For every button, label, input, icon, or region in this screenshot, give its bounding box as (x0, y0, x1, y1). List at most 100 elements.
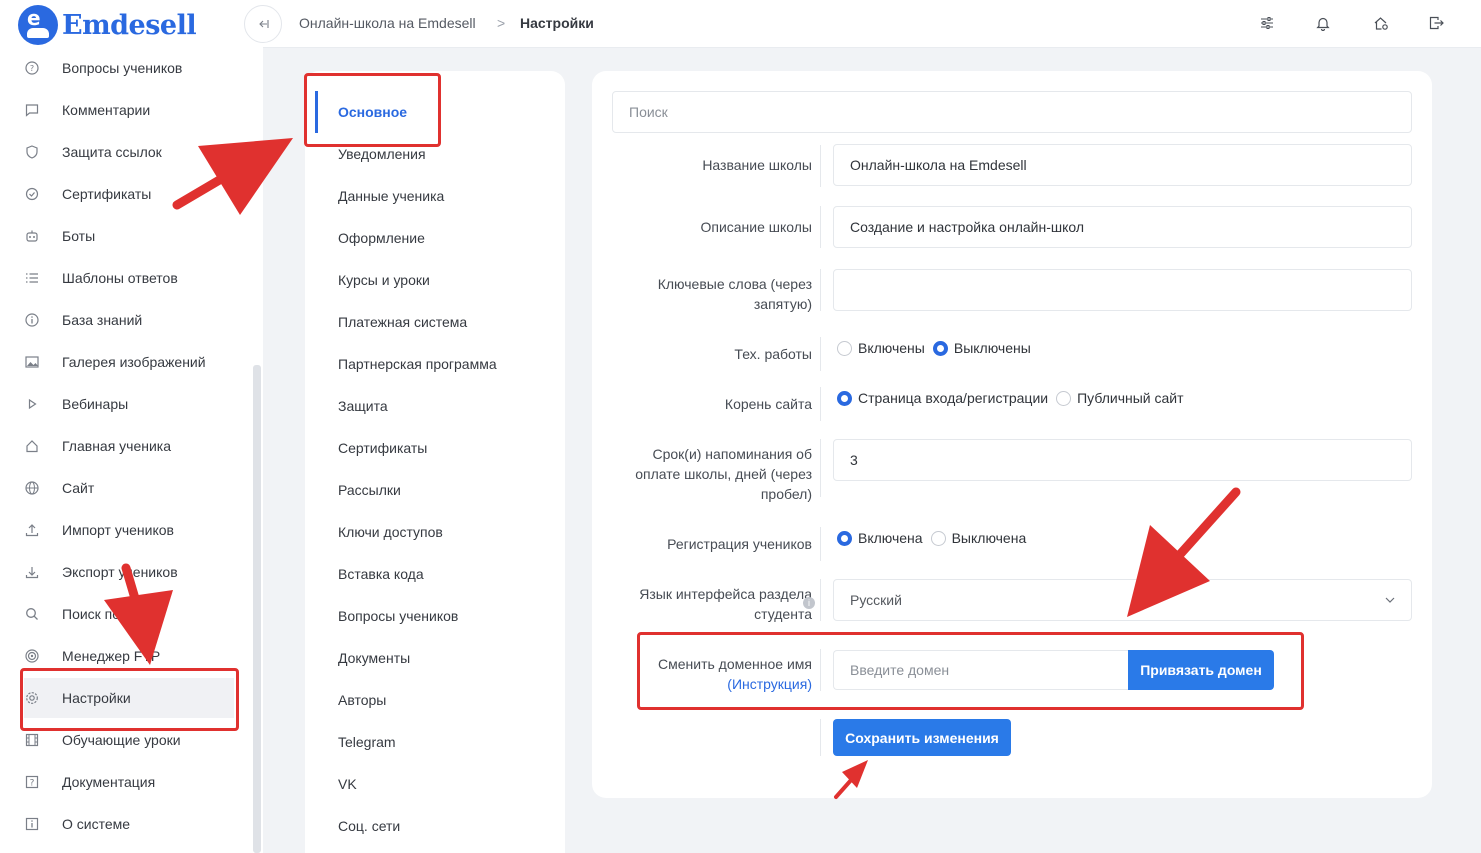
bell-icon[interactable] (1314, 14, 1332, 32)
sidebar-item-key-search[interactable]: Поиск по ключу (24, 594, 234, 634)
instruction-link[interactable]: (Инструкция) (658, 674, 812, 694)
maintenance-on-option[interactable]: Включены (837, 340, 925, 356)
collapse-icon (259, 20, 269, 28)
registration-off-option[interactable]: Выключена (930, 530, 1026, 546)
home-gear-icon[interactable] (1372, 14, 1390, 32)
bot-icon (24, 228, 40, 244)
logout-icon[interactable] (1428, 14, 1446, 32)
settings-tab-mailings[interactable]: Рассылки (338, 482, 401, 498)
site-root-radio-group: Страница входа/регистрации Публичный сай… (837, 390, 1192, 406)
divider (820, 719, 821, 756)
list-icon (24, 270, 40, 286)
registration-on-option[interactable]: Включена (837, 530, 923, 546)
settings-tab-access-keys[interactable]: Ключи доступов (338, 524, 443, 540)
sidebar-item-link-protection[interactable]: Защита ссылок (24, 132, 234, 172)
radio-unchecked[interactable] (837, 340, 852, 356)
sidebar-item-ftp-manager[interactable]: Менеджер FTP (24, 636, 234, 676)
save-changes-button[interactable]: Сохранить изменения (833, 719, 1011, 756)
brand-logo[interactable]: e Emdesell (18, 5, 197, 45)
settings-tab-payment[interactable]: Платежная система (338, 314, 467, 330)
sidebar-item-reply-templates[interactable]: Шаблоны ответов (24, 258, 234, 298)
settings-tab-authors[interactable]: Авторы (338, 692, 386, 708)
sidebar-item-knowledge-base[interactable]: База знаний (24, 300, 234, 340)
settings-tab-vk[interactable]: VK (338, 776, 357, 792)
domain-input[interactable]: Введите домен (833, 650, 1129, 690)
sidebar-item-label: Экспорт учеников (62, 564, 178, 580)
question-square-icon: ? (24, 774, 40, 790)
settings-tab-general[interactable]: Основное (338, 104, 407, 120)
sidebar-item-comments[interactable]: Комментарии (24, 90, 234, 130)
sidebar-item-student-home[interactable]: Главная ученика (24, 426, 234, 466)
brand-name: Emdesell (62, 9, 197, 41)
settings-tab-code-insert[interactable]: Вставка кода (338, 566, 424, 582)
radio-checked[interactable] (837, 530, 852, 546)
settings-tab-appearance[interactable]: Оформление (338, 230, 425, 246)
sidebar-item-import-students[interactable]: Импорт учеников (24, 510, 234, 550)
radio-checked[interactable] (932, 340, 948, 356)
sidebar-item-label: Вебинары (62, 396, 129, 412)
settings-tab-notifications[interactable]: Уведомления (338, 146, 426, 162)
sidebar-item-bots[interactable]: Боты (24, 216, 234, 256)
settings-tab-social[interactable]: Соц. сети (338, 818, 400, 834)
maintenance-off-option[interactable]: Выключены (932, 340, 1031, 356)
settings-tab-protection[interactable]: Защита (338, 398, 388, 414)
download-icon (24, 564, 40, 580)
sidebar-item-label: Защита ссылок (62, 144, 162, 160)
comment-icon (24, 102, 40, 118)
sidebar-item-documentation[interactable]: ? Документация (24, 762, 234, 802)
settings-tab-documents[interactable]: Документы (338, 650, 410, 666)
bind-domain-button[interactable]: Привязать домен (1128, 650, 1274, 690)
language-select[interactable]: Русский (833, 579, 1412, 621)
sidebar-item-label: Главная ученика (62, 438, 172, 454)
info-icon (24, 312, 40, 328)
registration-label: Регистрация учеников (667, 536, 812, 552)
settings-tab-certificates[interactable]: Сертификаты (338, 440, 427, 456)
sidebar-item-label: Настройки (62, 690, 131, 706)
settings-search-input[interactable]: Поиск (612, 91, 1412, 133)
image-icon (24, 354, 40, 370)
film-icon (24, 732, 40, 748)
settings-tab-student-data[interactable]: Данные ученика (338, 188, 444, 204)
radio-unchecked[interactable] (1056, 390, 1072, 406)
reminder-days-input[interactable]: 3 (833, 439, 1412, 481)
sidebar-item-export-students[interactable]: Экспорт учеников (24, 552, 234, 592)
school-desc-input[interactable]: Создание и настройка онлайн-школ (833, 206, 1412, 248)
site-root-login-option[interactable]: Страница входа/регистрации (837, 390, 1048, 406)
sidebar-item-site[interactable]: Сайт (24, 468, 234, 508)
maintenance-label: Тех. работы (734, 346, 812, 362)
sliders-icon[interactable] (1258, 14, 1276, 32)
sidebar-scrollbar[interactable] (253, 365, 261, 853)
sidebar-item-label: Комментарии (62, 102, 151, 118)
collapse-sidebar-button[interactable] (244, 5, 282, 43)
sidebar-item-label: Обучающие уроки (62, 732, 181, 748)
school-name-input[interactable]: Онлайн-школа на Emdesell (833, 144, 1412, 186)
settings-tab-affiliate[interactable]: Партнерская программа (338, 356, 497, 372)
site-root-public-option[interactable]: Публичный сайт (1056, 390, 1184, 406)
divider (820, 649, 821, 691)
divider (820, 387, 821, 421)
registration-radio-group: Включена Выключена (837, 530, 1034, 546)
sidebar-item-label: О системе (62, 816, 131, 832)
sidebar-item-webinars[interactable]: Вебинары (24, 384, 234, 424)
settings-tab-courses[interactable]: Курсы и уроки (338, 272, 430, 288)
sidebar-item-settings[interactable]: Настройки (24, 678, 234, 718)
sidebar-item-about[interactable]: О системе (24, 804, 234, 844)
divider (820, 579, 821, 621)
radio-unchecked[interactable] (930, 530, 946, 546)
settings-tab-telegram[interactable]: Telegram (338, 734, 396, 750)
sidebar-item-image-gallery[interactable]: Галерея изображений (24, 342, 234, 382)
logo-icon: e (18, 5, 58, 45)
sidebar-item-tutorials[interactable]: Обучающие уроки (24, 720, 234, 760)
top-header: Онлайн-школа на Emdesell > Настройки (244, 0, 1481, 48)
sidebar-item-label: Галерея изображений (62, 354, 206, 370)
settings-tab-student-questions[interactable]: Вопросы учеников (338, 608, 458, 624)
school-name-label: Название школы (702, 157, 812, 173)
sidebar-item-student-questions[interactable]: ? Вопросы учеников (24, 48, 234, 88)
info-hint-icon[interactable]: i (803, 597, 815, 609)
radio-checked[interactable] (837, 390, 852, 406)
sidebar-item-label: Поиск по ключу (62, 606, 163, 622)
keywords-input[interactable] (833, 269, 1412, 311)
sidebar-item-certificates[interactable]: Сертификаты (24, 174, 234, 214)
sidebar-item-label: Документация (62, 774, 156, 790)
breadcrumb-school[interactable]: Онлайн-школа на Emdesell (299, 15, 476, 31)
